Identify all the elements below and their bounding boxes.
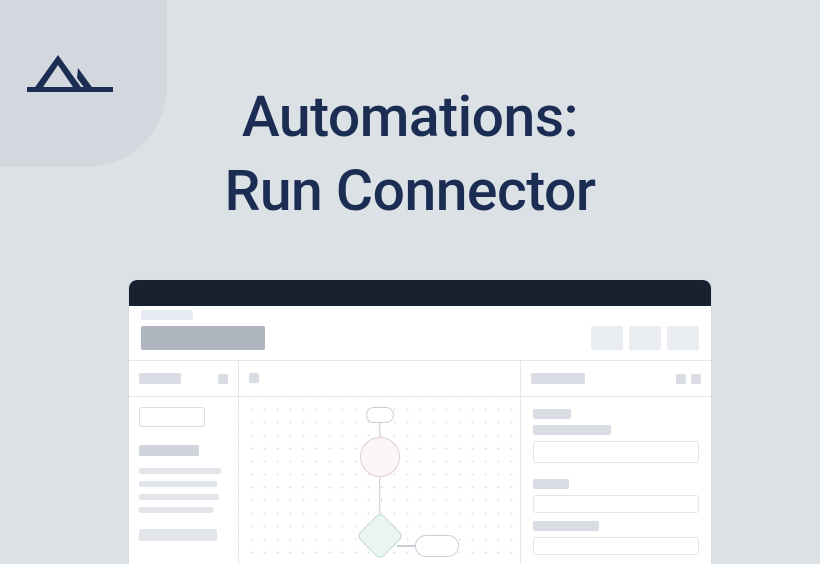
toolbar-button[interactable] [629,326,661,350]
left-panel-pill[interactable] [139,407,205,427]
corner-badge [0,0,167,167]
connector-line [379,423,381,437]
canvas-header-icon [249,373,259,383]
app-window-mock [129,280,711,564]
connector-line [397,545,417,547]
right-header-icons [676,374,701,384]
circle-node[interactable] [360,437,400,477]
list-item [139,481,217,487]
start-node[interactable] [366,407,394,423]
field-input[interactable] [533,495,699,513]
canvas-header [239,361,520,397]
app-toolbar [129,306,711,360]
toolbar-buttons [591,326,699,350]
toolbar-button[interactable] [667,326,699,350]
field-group [533,409,699,463]
right-panel-header-label [531,373,585,384]
canvas[interactable] [239,361,521,564]
field-label [533,479,569,489]
left-panel [129,361,239,564]
field-sublabel [533,521,599,531]
title-line-2: Run Connector [224,157,595,224]
field-label [533,409,571,419]
panel-icon[interactable] [676,374,686,384]
toolbar-button[interactable] [591,326,623,350]
list-item [139,507,213,513]
field-sublabel [533,425,611,435]
field-input[interactable] [533,441,699,463]
left-panel-header [129,361,238,397]
right-panel-header [521,361,711,397]
title-line-1: Automations: [242,83,578,150]
list-item [139,468,221,474]
panel-icon[interactable] [691,374,701,384]
side-node[interactable] [415,535,459,557]
breadcrumb [141,310,193,320]
right-panel-body [521,397,711,564]
left-panel-header-label [139,373,181,384]
field-group [533,479,699,555]
app-body [129,360,711,564]
list-item [139,494,219,500]
mountain-icon [27,50,113,92]
app-titlebar [129,280,711,306]
left-panel-body [129,397,238,551]
left-footer-block [139,529,217,541]
left-section-title [139,445,199,456]
right-panel [521,361,711,564]
diamond-node[interactable] [355,512,403,560]
page-title: Automations: Run Connector [224,80,595,228]
page-heading-placeholder [141,326,265,350]
canvas-area[interactable] [239,397,520,564]
collapse-icon[interactable] [218,374,228,384]
field-input[interactable] [533,537,699,555]
